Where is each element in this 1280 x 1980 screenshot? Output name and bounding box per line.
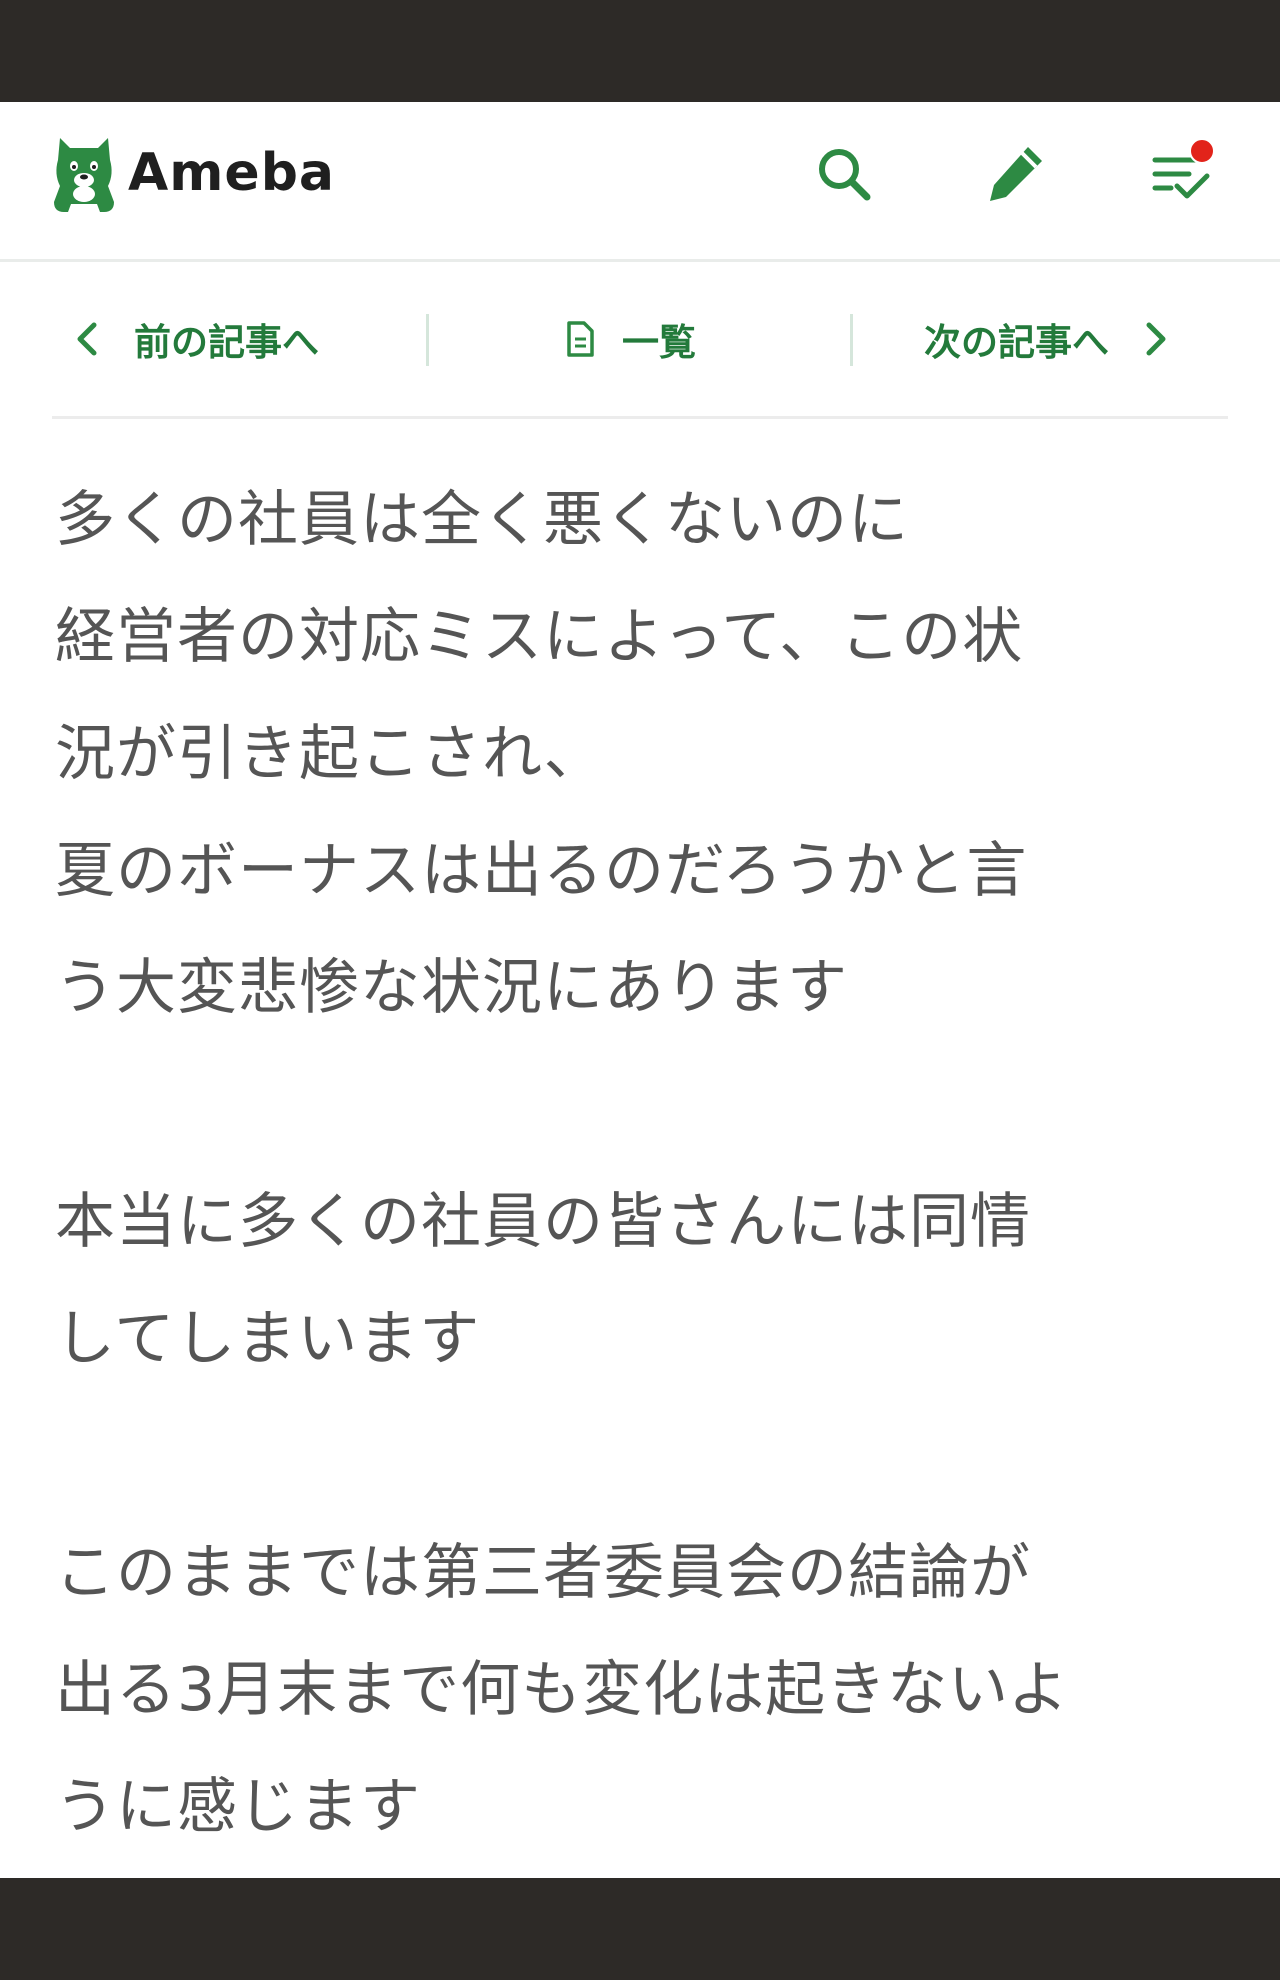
blog-page: Ameba 前の記事へ 一覧 次の記事へ 多くの社員は全く悪くないのに 経営者の…	[0, 102, 1280, 1878]
search-icon	[819, 149, 871, 201]
article-line: うに感じます	[55, 1772, 421, 1842]
chevron-right-icon	[1146, 322, 1166, 356]
bottom-frame-bar	[0, 1878, 1280, 1980]
logo-wordmark: Ameba	[128, 143, 336, 203]
article-pager: 前の記事へ 一覧 次の記事へ	[52, 262, 1228, 419]
chevron-left-icon	[77, 322, 97, 356]
article-line: 多くの社員は全く悪くないのに	[55, 485, 909, 555]
site-header: Ameba	[0, 102, 1280, 262]
search-button[interactable]	[804, 134, 884, 214]
top-frame-bar	[0, 0, 1280, 102]
pager-divider	[426, 314, 429, 366]
article-list-link[interactable]: 一覧	[564, 262, 696, 416]
notification-badge	[1189, 138, 1215, 164]
article-line: このままでは第三者委員会の結論が	[55, 1538, 1031, 1608]
article-line: 夏のボーナスは出るのだろうかと言	[55, 836, 1028, 906]
article-body: 多くの社員は全く悪くないのに 経営者の対応ミスによって、この状 況が引き起こされ…	[55, 462, 1235, 1866]
article-line: してしまいます	[55, 1304, 481, 1374]
article-line: 出る3月末まで何も変化は起きないよ	[55, 1655, 1069, 1725]
previous-article-label: 前の記事へ	[134, 321, 319, 364]
article-list-label: 一覧	[622, 321, 696, 364]
document-icon	[567, 321, 594, 357]
next-article-link[interactable]: 次の記事へ	[924, 262, 1169, 416]
next-article-label: 次の記事へ	[924, 321, 1109, 364]
article-line: う大変悲惨な状況にあります	[55, 953, 848, 1023]
ameba-mascot-icon	[54, 138, 114, 212]
article-line: 本当に多くの社員の皆さんには同情	[55, 1187, 1031, 1257]
previous-article-link[interactable]: 前の記事へ	[74, 262, 319, 416]
ameba-logo[interactable]: Ameba	[50, 130, 335, 216]
write-post-button[interactable]	[975, 134, 1055, 214]
article-line: 況が引き起こされ、	[55, 719, 605, 789]
pager-divider	[850, 314, 853, 366]
feed-button[interactable]	[1141, 134, 1221, 214]
pencil-icon	[990, 147, 1042, 201]
article-line: 経営者の対応ミスによって、この状	[55, 602, 1024, 672]
